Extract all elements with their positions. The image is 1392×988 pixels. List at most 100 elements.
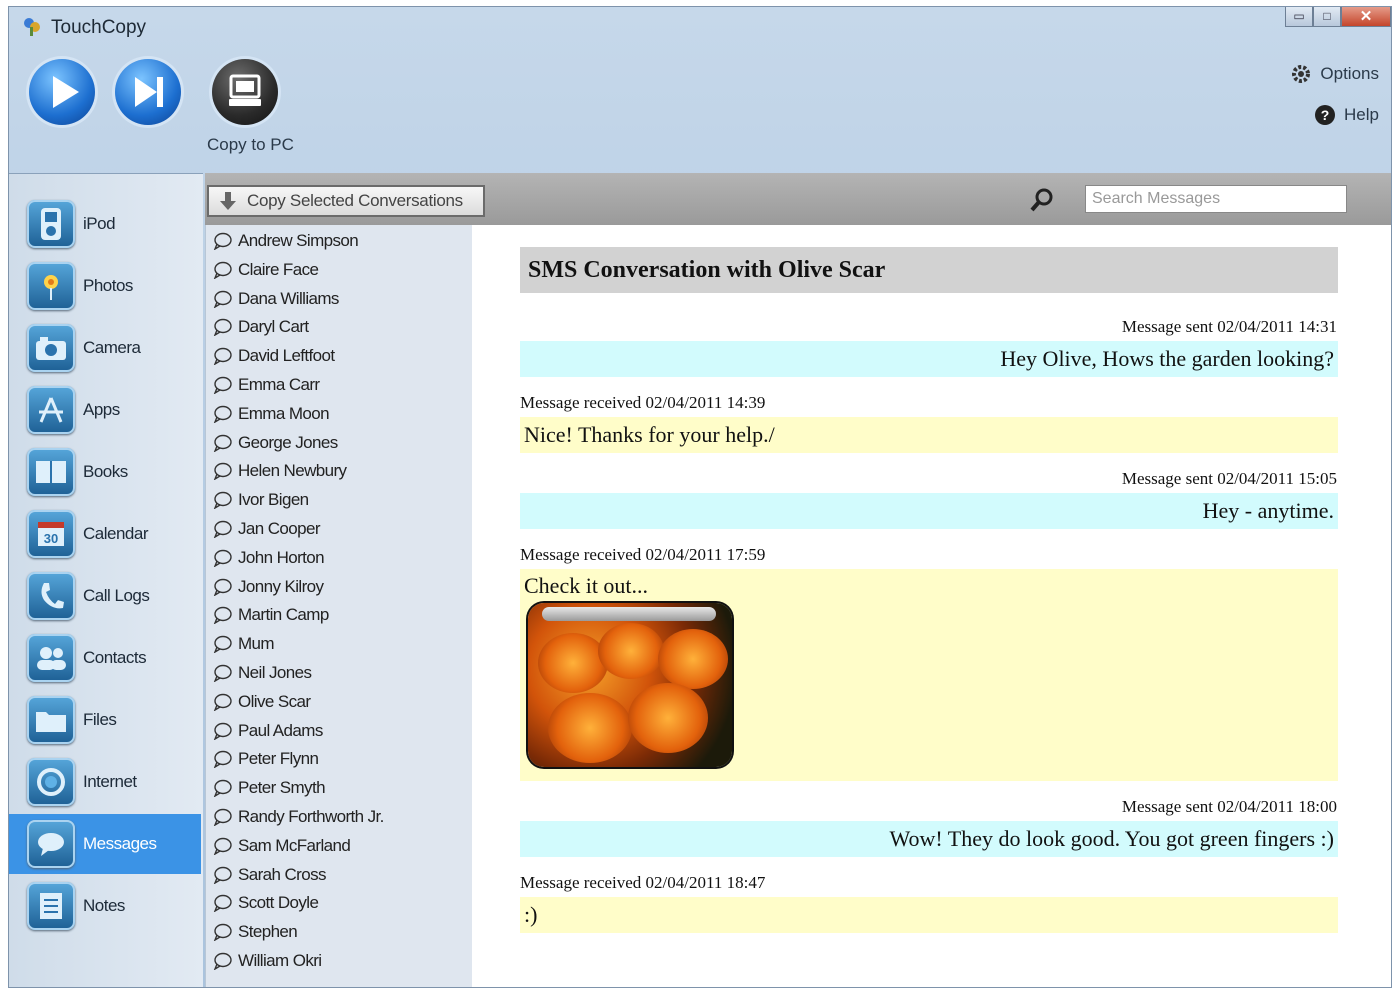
conversation-item[interactable]: Mum (212, 630, 275, 658)
sidebar-item-internet[interactable]: Internet (9, 752, 201, 812)
speech-bubble-icon (213, 405, 232, 423)
sidebar-item-messages[interactable]: Messages (9, 814, 201, 874)
title-bar: TouchCopy ▭ □ ✕ (9, 7, 1391, 47)
conversation-title: SMS Conversation with Olive Scar (520, 247, 1338, 293)
conversation-item[interactable]: Randy Forthworth Jr. (212, 803, 384, 831)
conversation-item[interactable]: Andrew Simpson (212, 227, 359, 255)
message-meta: Message sent 02/04/2011 18:00 (1121, 797, 1337, 816)
phone-icon (27, 572, 75, 620)
internet-icon (27, 758, 75, 806)
conversation-item[interactable]: Sarah Cross (212, 861, 326, 889)
sidebar-item-apps[interactable]: Apps (9, 380, 201, 440)
photo-detail (628, 683, 708, 753)
sidebar-item-notes[interactable]: Notes (9, 876, 201, 936)
conversation-item[interactable]: William Okri (212, 947, 322, 975)
touchcopy-logo-icon (24, 18, 40, 36)
message-icon (27, 820, 75, 868)
minimize-button[interactable]: ▭ (1285, 7, 1313, 27)
conversation-item[interactable]: Claire Face (212, 256, 319, 284)
speech-bubble-icon (213, 434, 232, 452)
maximize-button[interactable]: □ (1313, 7, 1341, 27)
conversation-item[interactable]: Sam McFarland (212, 832, 351, 860)
category-sidebar: iPod Photos Camera Apps Books 30 Calenda… (9, 173, 203, 987)
message-meta: Message received 02/04/2011 14:39 (520, 393, 766, 412)
next-track-button[interactable] (115, 59, 181, 125)
conversation-contact-name: Jonny Kilroy (238, 576, 324, 596)
sidebar-item-photos[interactable]: Photos (9, 256, 201, 316)
arrow-down-icon (220, 192, 236, 210)
conversation-list-panel: Andrew Simpson Claire Face Dana Williams Da… (205, 173, 472, 987)
conversation-contact-name: William Okri (238, 951, 322, 970)
conversation-item[interactable]: Jonny Kilroy (212, 573, 324, 601)
photo-detail (548, 693, 632, 763)
sidebar-item-camera[interactable]: Camera (9, 318, 201, 378)
message-sent: Wow! They do look good. You got green fi… (520, 821, 1338, 857)
speech-bubble-icon (213, 664, 232, 682)
message-meta: Message sent 02/04/2011 15:05 (1121, 469, 1337, 488)
speech-bubble-icon (213, 376, 232, 394)
play-button[interactable] (29, 59, 95, 125)
sidebar-item-label: Internet (83, 772, 137, 791)
close-button[interactable]: ✕ (1341, 7, 1391, 27)
speech-bubble-icon (213, 952, 232, 970)
options-link[interactable]: Options (1290, 63, 1379, 85)
sidebar-item-ipod[interactable]: iPod (9, 194, 201, 254)
copy-to-pc-button[interactable] (212, 59, 278, 125)
conversation-contact-name: Emma Moon (238, 403, 330, 423)
conversation-item[interactable]: Paul Adams (212, 717, 323, 745)
conversation-item[interactable]: Stephen (212, 918, 298, 946)
conversation-contact-name: Paul Adams (238, 720, 323, 740)
speech-bubble-icon (213, 463, 232, 481)
speech-bubble-icon (213, 549, 232, 567)
help-link[interactable]: ? Help (1314, 104, 1379, 126)
conversation-contact-name: Emma Carr (238, 375, 320, 394)
conversation-item[interactable]: Dana Williams (212, 285, 339, 313)
conversation-contact-name: Claire Face (238, 259, 319, 279)
conversation-contact-name: Stephen (238, 922, 298, 942)
sidebar-item-call-logs[interactable]: Call Logs (9, 566, 201, 626)
conversation-item[interactable]: Helen Newbury (212, 457, 347, 485)
copy-selected-conversations-button[interactable]: Copy Selected Conversations (207, 185, 485, 217)
conversation-item[interactable]: Jan Cooper (212, 515, 320, 543)
conversation-item[interactable]: Daryl Cart (212, 313, 309, 341)
conversation-contact-name: Martin Camp (238, 605, 329, 625)
conversation-item[interactable]: Martin Camp (212, 601, 329, 629)
contacts-icon (27, 634, 75, 682)
conversation-item[interactable]: Olive Scar (212, 688, 311, 716)
sidebar-item-label: Files (83, 710, 117, 729)
sidebar-item-label: Apps (83, 400, 120, 419)
search-input[interactable] (1085, 185, 1347, 213)
conversation-item[interactable]: Scott Doyle (212, 889, 319, 917)
conversation-item[interactable]: John Horton (212, 544, 325, 572)
photo-gloss (542, 607, 716, 621)
play-icon (53, 76, 79, 108)
sidebar-item-contacts[interactable]: Contacts (9, 628, 201, 688)
conversation-item[interactable]: Peter Smyth (212, 774, 326, 802)
conversation-item[interactable]: Emma Carr (212, 371, 320, 399)
help-label: Help (1344, 105, 1379, 124)
speech-bubble-icon (213, 261, 232, 279)
help-icon: ? (1315, 105, 1336, 125)
sidebar-item-files[interactable]: Files (9, 690, 201, 750)
sidebar-item-books[interactable]: Books (9, 442, 201, 502)
speech-bubble-icon (213, 779, 232, 798)
search-icon[interactable] (1029, 187, 1055, 213)
conversation-item[interactable]: Ivor Bigen (212, 486, 309, 514)
conversation-contact-name: Neil Jones (238, 663, 312, 682)
copy-to-pc-label[interactable]: Copy to PC (207, 135, 294, 155)
sidebar-item-label: Notes (83, 896, 125, 915)
message-sent: Hey - anytime. (520, 493, 1338, 529)
svg-text:?: ? (1321, 107, 1330, 123)
notes-icon (27, 882, 75, 930)
flower-photo[interactable] (528, 603, 732, 767)
conversation-item[interactable]: David Leftfoot (212, 342, 335, 370)
conversation-item[interactable]: Emma Moon (212, 400, 330, 428)
conversation-contact-name: Jan Cooper (238, 519, 320, 538)
conversation-item[interactable]: George Jones (212, 429, 338, 457)
sidebar-item-calendar[interactable]: 30 Calendar (9, 504, 201, 564)
message-sent: Hey Olive, Hows the garden looking? (520, 341, 1338, 377)
sidebar-item-label: Calendar (83, 524, 149, 543)
conversation-contact-name: Sarah Cross (238, 864, 326, 884)
conversation-item[interactable]: Peter Flynn (212, 745, 319, 773)
conversation-item[interactable]: Neil Jones (212, 659, 312, 687)
